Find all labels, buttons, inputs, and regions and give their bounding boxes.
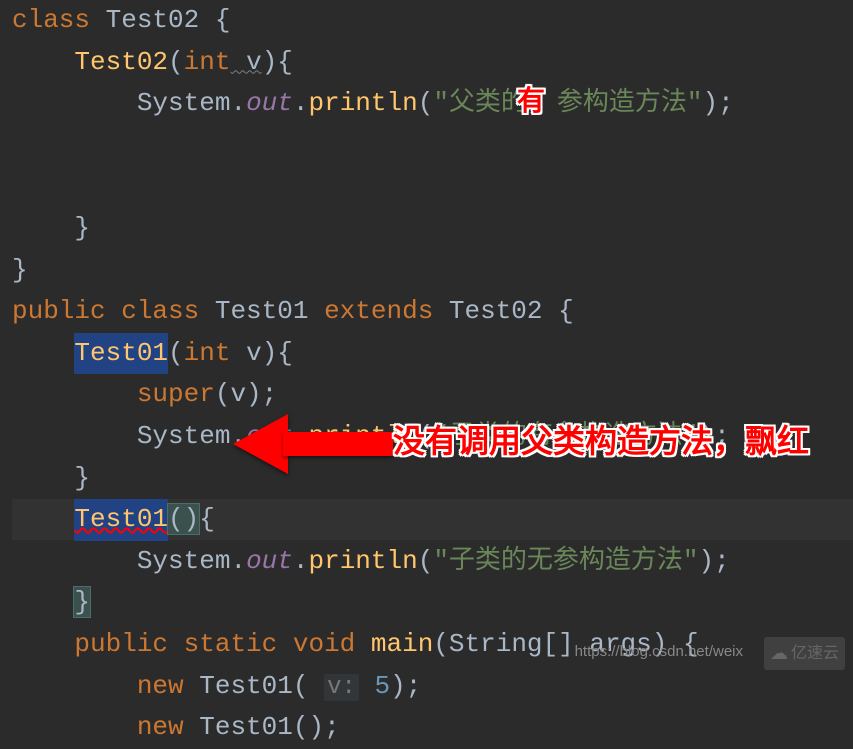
brace: { xyxy=(215,5,231,35)
constructor: Test02 xyxy=(74,47,168,77)
code-line[interactable]: System.out.println("父类的参构造方法"); 有 xyxy=(12,83,853,208)
constructor: Test01 xyxy=(74,333,168,375)
identifier: System xyxy=(137,421,231,451)
paren: ); xyxy=(699,546,730,576)
field: out xyxy=(246,546,293,576)
code-line[interactable]: } xyxy=(12,208,853,250)
constructor-call: Test01( xyxy=(184,671,324,701)
arrow-head-icon xyxy=(233,414,288,474)
param: v xyxy=(230,47,261,77)
string: "父类的 xyxy=(433,88,527,118)
paren: (v); xyxy=(215,379,277,409)
keyword: void xyxy=(277,629,355,659)
watermark-url: https://blog.csdn.net/weix xyxy=(575,640,743,664)
annotation-text: 没有调用父类构造方法，飘红 xyxy=(393,416,809,467)
class-name: Test01 xyxy=(199,296,324,326)
brace: { xyxy=(199,504,215,534)
param: v xyxy=(230,338,261,368)
cloud-icon: ☁ xyxy=(770,639,788,668)
paren: ( xyxy=(418,546,434,576)
paren: ( xyxy=(168,47,184,77)
paren: ( xyxy=(168,338,184,368)
code-line[interactable]: Test01(int v){ xyxy=(12,333,853,375)
logo-text: 亿速云 xyxy=(791,641,839,667)
keyword: new xyxy=(137,712,184,742)
annotation-arrow: 没有调用父类构造方法，飘红 xyxy=(233,422,853,468)
dot: . xyxy=(293,546,309,576)
keyword: int xyxy=(184,47,231,77)
identifier: System xyxy=(137,88,231,118)
code-line[interactable]: class Test02 { xyxy=(12,0,853,42)
dot: . xyxy=(230,546,246,576)
string: "子类的无参构造方法" xyxy=(433,546,698,576)
method: main xyxy=(355,629,433,659)
code-line[interactable]: Test01(){ xyxy=(12,499,853,541)
code-line[interactable]: System.out.println("子类的无参构造方法"); xyxy=(12,541,853,583)
number: 5 xyxy=(359,671,390,701)
constructor-call: Test01(); xyxy=(184,712,340,742)
paren: ); xyxy=(703,88,734,118)
method: println xyxy=(308,546,417,576)
code-line[interactable]: } xyxy=(12,250,853,292)
keyword: public xyxy=(74,629,168,659)
dot: . xyxy=(230,88,246,118)
identifier: System xyxy=(137,546,231,576)
keyword: new xyxy=(137,671,184,701)
paren: () xyxy=(168,504,199,534)
brace: } xyxy=(74,213,90,243)
keyword: static xyxy=(168,629,277,659)
string: 参构造方法" xyxy=(527,88,703,118)
code-line[interactable]: public class Test01 extends Test02 { xyxy=(12,291,853,333)
code-line[interactable]: Test02(int v){ xyxy=(12,42,853,84)
keyword: class xyxy=(106,296,200,326)
keyword: extends xyxy=(324,296,433,326)
brace: } xyxy=(74,463,90,493)
annotation-badge: 有 xyxy=(517,79,545,124)
class-name: Test02 xyxy=(90,5,215,35)
class-name: Test02 xyxy=(433,296,558,326)
keyword: super xyxy=(137,379,215,409)
keyword: public xyxy=(12,296,106,326)
code-line[interactable]: new Test01( v: 5); xyxy=(12,666,853,708)
keyword: int xyxy=(184,338,231,368)
paren: ( xyxy=(418,88,434,118)
dot: . xyxy=(293,88,309,118)
paren: ( xyxy=(433,629,449,659)
brace: } xyxy=(12,255,28,285)
field: out xyxy=(246,88,293,118)
paren: ){ xyxy=(262,47,293,77)
type: String xyxy=(449,629,543,659)
code-line[interactable]: new Test01(); xyxy=(12,707,853,749)
brace: } xyxy=(74,587,90,617)
watermark-logo: ☁亿速云 xyxy=(764,637,845,670)
arrow-body xyxy=(283,432,393,456)
code-line[interactable]: } xyxy=(12,582,853,624)
method: println xyxy=(308,88,417,118)
code-line[interactable]: super(v); xyxy=(12,374,853,416)
paren: ); xyxy=(390,671,421,701)
keyword: class xyxy=(12,5,90,35)
constructor-error: Test01 xyxy=(74,499,168,541)
brace: { xyxy=(558,296,574,326)
paren: ){ xyxy=(262,338,293,368)
code-editor[interactable]: class Test02 { Test02(int v){ System.out… xyxy=(0,0,853,749)
